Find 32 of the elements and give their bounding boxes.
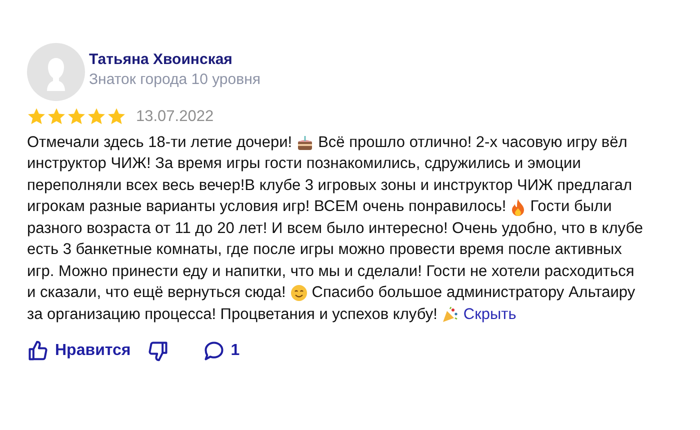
comment-icon [202, 340, 225, 362]
party-popper-icon [441, 306, 460, 324]
review-text: Гости были [530, 198, 612, 216]
review-text: и сказали, что ещё вернуться сюда! [27, 284, 286, 302]
review-text: разного возраста от 11 до 20 лет! И всем было интересно! Очень удобно, что в клубе [27, 220, 644, 238]
star-icon [87, 107, 106, 126]
thumbs-up-icon [27, 340, 49, 362]
star-icon [47, 107, 66, 126]
dislike-button[interactable] [146, 340, 169, 362]
review-text: инструктор ЧИЖ! За время игры гости познакомились, сдружились и эмоции [27, 155, 581, 174]
star-icon [67, 107, 86, 126]
thumbs-down-icon [146, 340, 169, 362]
author-level: Знаток города 10 уровня [89, 71, 260, 88]
avatar-icon [27, 43, 85, 101]
smiling-face-icon [290, 284, 308, 302]
star-icon [27, 107, 46, 126]
review-text: за организацию процесса! Процветания и успехов клубу! [27, 306, 438, 324]
review-text: Спасибо большое администратору Альтаиру [312, 284, 636, 302]
star-icon [107, 107, 126, 126]
cake-icon [296, 134, 314, 152]
author-name[interactable]: Татьяна Хвоинская [89, 51, 260, 68]
collapse-link[interactable]: Скрыть [463, 306, 516, 324]
review-text: переполняли всех весь вечер!В клубе 3 игровых зоны и инструктор ЧИЖ предлагал [27, 176, 632, 195]
review-text: Отмечали здесь 18-ти летие дочери! [27, 134, 292, 152]
review-text: есть 3 банкетные комнаты, где после игры можно провести время после активных [27, 241, 622, 260]
like-button[interactable]: Нравится [27, 340, 131, 362]
review-date: 13.07.2022 [136, 108, 214, 126]
review-text: игр. Можно принести еду и напитки, что мы и сделали! Гости не хотели расходиться [27, 262, 634, 281]
review-text: игрокам разные варианты условия игр! ВСЕМ очень понравилось! [27, 198, 506, 216]
review-text: Всё прошло отлично! 2-х часовую игру вёл [318, 134, 628, 152]
comments-button[interactable]: 1 [202, 340, 240, 362]
fire-icon [510, 198, 526, 216]
